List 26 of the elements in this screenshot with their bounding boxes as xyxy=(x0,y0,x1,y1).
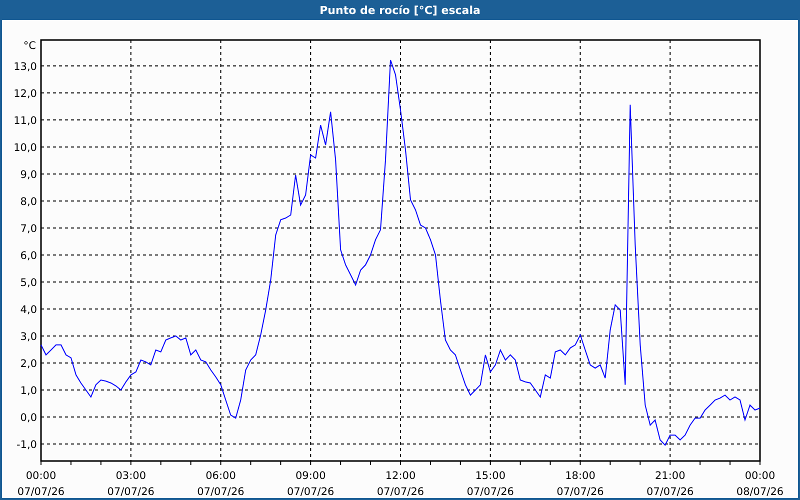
axis-tick-label: 10,0 xyxy=(14,142,37,154)
axis-tick-label: 03:00 07/07/26 xyxy=(107,470,154,498)
axis-tick-label: 1,0 xyxy=(20,384,37,397)
axis-tick-label: 09:00 07/07/26 xyxy=(287,470,334,498)
axis-tick-label: 18:00 07/07/26 xyxy=(556,470,604,498)
axis-tick-label: -1,0 xyxy=(16,438,37,451)
axis-tick-label: 4,0 xyxy=(20,304,37,316)
axis-tick-label: 9,0 xyxy=(20,168,37,181)
axis-tick-label: 12,0 xyxy=(14,88,37,100)
axis-tick-label: 00:00 08/07/26 xyxy=(736,470,784,498)
axis-tick-label: 11,0 xyxy=(14,114,37,127)
axis-tick-label: 06:00 07/07/26 xyxy=(197,470,244,498)
axis-tick-label: 12:00 07/07/26 xyxy=(376,470,424,498)
axis-unit-label: °C xyxy=(23,40,36,52)
axis-tick-label: 00:00 07/07/26 xyxy=(17,470,65,498)
axis-tick-label: 7,0 xyxy=(20,222,37,235)
axis-tick-label: 5,0 xyxy=(20,276,37,289)
axis-tick-label: 8,0 xyxy=(20,196,37,208)
axis-tick-label: 13,0 xyxy=(14,60,37,73)
axis-tick-label: 3,0 xyxy=(20,330,37,343)
axis-tick-label: 21:00 07/07/26 xyxy=(646,470,694,498)
axis-tick-label: 2,0 xyxy=(20,358,37,370)
axis-tick-label: 0,0 xyxy=(20,412,37,424)
window-title: Punto de rocío [°C] escala xyxy=(320,4,480,16)
axis-tick-label: 6,0 xyxy=(20,250,37,262)
axis-tick-label: 15:00 07/07/26 xyxy=(466,470,514,498)
